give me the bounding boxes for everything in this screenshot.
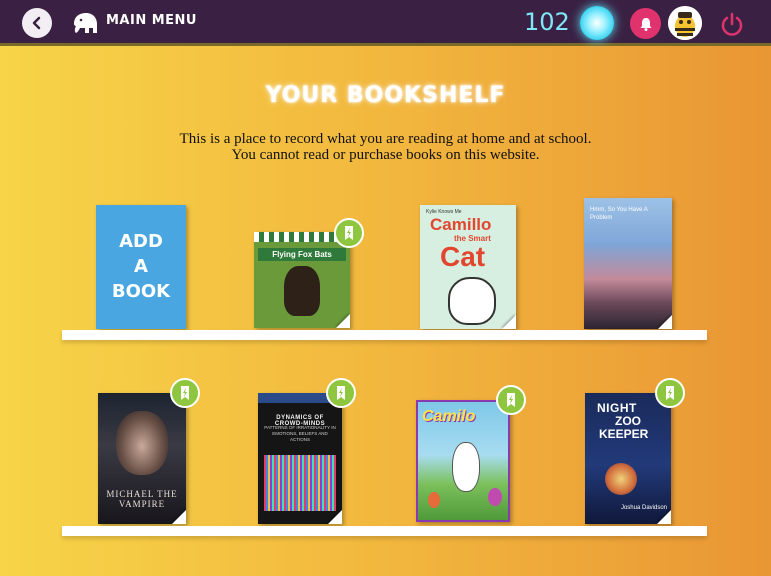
- intro-line-1: This is a place to record what you are r…: [179, 131, 592, 147]
- book-dynamics-of-crowd-minds[interactable]: Dynamics of Crowd-Minds Patterns of Irra…: [258, 393, 342, 524]
- intro-text: This is a place to record what you are r…: [0, 131, 771, 163]
- bookmark-bolt-icon: [337, 386, 345, 400]
- book-title-word1: Camillo: [430, 215, 492, 234]
- egg-illustration: [488, 488, 502, 506]
- book-title: Flying Fox Bats: [258, 248, 346, 261]
- reading-badge[interactable]: [496, 385, 526, 415]
- page-curl: [502, 315, 516, 329]
- book-title-word3: Cat: [440, 241, 486, 272]
- page-curl: [328, 510, 342, 524]
- portrait-illustration: [116, 411, 168, 475]
- orb-illustration: [605, 463, 637, 495]
- book-hmm-so-you-have-a-problem[interactable]: Hmm, So You Have A Problem: [584, 198, 672, 329]
- intro-line-2: You cannot read or purchase books on thi…: [231, 147, 540, 163]
- book-camilo[interactable]: Camilo: [416, 400, 510, 522]
- notifications-button[interactable]: [630, 8, 661, 39]
- bunny-illustration: [452, 442, 480, 492]
- avatar[interactable]: [668, 6, 702, 40]
- book-night-zoo-keeper[interactable]: NIGHT ZOO KEEPER Joshua Davidson: [585, 393, 671, 524]
- elephant-logo-icon[interactable]: [70, 10, 100, 36]
- page-curl: [336, 314, 350, 328]
- book-title-word1: NIGHT: [597, 401, 637, 415]
- book-title: Hmm, So You Have A Problem: [590, 207, 648, 221]
- top-bar: MAIN MENU 102: [0, 0, 771, 46]
- bookmark-bolt-icon: [507, 393, 515, 407]
- book-flying-fox-bats[interactable]: Flying Fox Bats: [254, 232, 350, 328]
- book-title: Camilo: [422, 408, 476, 425]
- page-curl: [657, 510, 671, 524]
- add-book-label-line1: ADD: [119, 231, 163, 252]
- book-title-word2: ZOO: [615, 414, 641, 428]
- pattern-illustration: [264, 455, 336, 511]
- reading-badge[interactable]: [326, 378, 356, 408]
- points-counter: 102: [524, 8, 570, 36]
- page-curl: [658, 315, 672, 329]
- main-menu-label[interactable]: MAIN MENU: [106, 13, 197, 28]
- power-icon: [721, 12, 743, 36]
- book-title-word3: KEEPER: [599, 427, 649, 441]
- reading-badge[interactable]: [334, 218, 364, 248]
- bat-illustration: [284, 266, 320, 316]
- reading-badge[interactable]: [655, 378, 685, 408]
- reading-badge[interactable]: [170, 378, 200, 408]
- page-curl: [172, 510, 186, 524]
- cat-illustration: [448, 277, 496, 325]
- book-title: Michael the Vampire: [106, 489, 178, 509]
- bee-avatar-icon: [668, 6, 702, 40]
- back-button[interactable]: [22, 8, 52, 38]
- book-michael-the-vampire[interactable]: Michael the Vampire: [98, 393, 186, 524]
- bookmark-bolt-icon: [666, 386, 674, 400]
- bookshelf-top: [62, 330, 707, 340]
- book-subtitle: Patterns of Irrationality in Emotions, B…: [264, 425, 336, 442]
- add-book-button[interactable]: ADD A BOOK: [96, 205, 186, 329]
- energy-orb-icon[interactable]: [580, 6, 614, 40]
- bookmark-bolt-icon: [181, 386, 189, 400]
- book-camillo-smart-cat[interactable]: Kylie Knows Me Camillo the Smart Cat: [420, 205, 516, 329]
- add-book-label-line2: A: [134, 256, 148, 277]
- egg-illustration: [428, 492, 440, 508]
- page-title: YOUR BOOKSHELF: [265, 83, 506, 108]
- bell-icon: [640, 17, 651, 31]
- bookshelf-bottom: [62, 526, 707, 536]
- chevron-left-icon: [32, 16, 41, 30]
- bookmark-bolt-icon: [345, 226, 353, 240]
- add-book-label-line3: BOOK: [111, 281, 171, 302]
- logout-button[interactable]: [716, 8, 748, 40]
